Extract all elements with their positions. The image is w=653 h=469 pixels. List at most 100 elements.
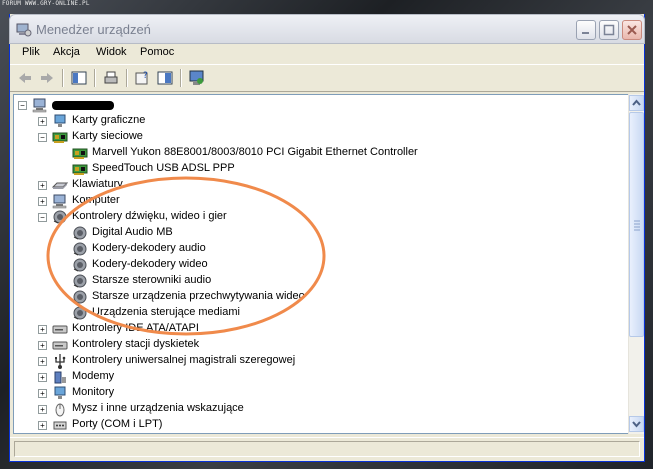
device-tree[interactable]: − + Karty graficzne − Karty sieciowe Marvell …: [13, 94, 629, 434]
tree-item-label: Porty (COM i LPT): [72, 418, 163, 430]
collapse-toggle[interactable]: −: [38, 133, 47, 142]
close-button[interactable]: [622, 20, 642, 40]
speaker-icon: [73, 306, 87, 320]
properties-help-icon[interactable]: ?: [134, 69, 152, 87]
tree-item-label: Urządzenia sterujące mediami: [92, 306, 240, 318]
vertical-scrollbar[interactable]: [628, 94, 644, 434]
usb-icon: [55, 354, 66, 369]
network-card-icon: [72, 164, 88, 175]
device-manager-icon: [16, 23, 32, 37]
toolbar-separator: [62, 69, 64, 87]
expand-toggle[interactable]: +: [38, 373, 47, 382]
tree-item-label: Komputer: [72, 194, 120, 206]
tree-category[interactable]: + Kontrolery uniwersalnej magistrali szer…: [14, 353, 614, 369]
tree-item-label: Karty sieciowe: [72, 130, 143, 142]
monitor-icon: [54, 386, 66, 399]
drive-icon: [52, 325, 68, 334]
tree-device[interactable]: Marvell Yukon 88E8001/8003/8010 PCI Giga…: [14, 145, 614, 161]
menu-plik[interactable]: Plik: [22, 46, 40, 58]
redacted-computer-name: [52, 101, 114, 110]
tree-item-label: Mysz i inne urządzenia wskazujące: [72, 402, 244, 414]
watermark: FORUM WWW.GRY-ONLINE.PL: [2, 0, 90, 7]
tree-item-label: Karty graficzne: [72, 114, 146, 126]
tree-device[interactable]: Starsze urządzenia przechwytywania wideo: [14, 289, 614, 305]
tree-device[interactable]: Kodery-dekodery wideo: [14, 257, 614, 273]
speaker-icon: [53, 210, 67, 224]
tree-device[interactable]: Kodery-dekodery audio: [14, 241, 614, 257]
tree-item-label: Monitory: [72, 386, 115, 398]
expand-toggle[interactable]: +: [38, 117, 47, 126]
expand-toggle[interactable]: +: [38, 421, 47, 430]
tree-root[interactable]: −: [14, 97, 614, 113]
tree-device[interactable]: SpeedTouch USB ADSL PPP: [14, 161, 614, 177]
minimize-icon: [582, 32, 589, 34]
back-arrow-icon[interactable]: [16, 69, 34, 87]
scan-hardware-icon[interactable]: [188, 69, 206, 87]
menu-pomoc[interactable]: Pomoc: [140, 46, 174, 58]
tree-category[interactable]: + Monitory: [14, 385, 614, 401]
collapse-toggle[interactable]: −: [38, 213, 47, 222]
chevron-up-icon: [632, 99, 641, 106]
scroll-up-button[interactable]: [629, 95, 644, 111]
maximize-button[interactable]: [599, 20, 619, 40]
tree-item-label: Starsze urządzenia przechwytywania wideo: [92, 290, 305, 302]
menu-widok[interactable]: Widok: [96, 46, 127, 58]
scroll-thumb[interactable]: [629, 112, 644, 337]
menu-akcja[interactable]: Akcja: [53, 46, 80, 58]
tree-item-label: Kontrolery IDE ATA/ATAPI: [72, 322, 199, 334]
tree-device[interactable]: Digital Audio MB: [14, 225, 614, 241]
tree-category[interactable]: + Kontrolery stacji dyskietek: [14, 337, 614, 353]
tree-item-label: Kodery-dekodery audio: [92, 242, 206, 254]
speaker-icon: [73, 274, 87, 288]
speaker-icon: [73, 258, 87, 272]
maximize-icon: [603, 24, 615, 36]
minimize-button[interactable]: [576, 20, 596, 40]
status-bar: [10, 437, 644, 460]
tree-item-label: Kontrolery stacji dyskietek: [72, 338, 200, 350]
expand-toggle[interactable]: +: [38, 389, 47, 398]
toolbar-separator: [180, 69, 182, 87]
speaker-icon: [73, 290, 87, 304]
expand-toggle[interactable]: +: [38, 197, 47, 206]
collapse-toggle[interactable]: −: [18, 101, 27, 110]
status-panel: [14, 441, 640, 457]
tree-category[interactable]: + Modemy: [14, 369, 614, 385]
expand-toggle[interactable]: +: [38, 357, 47, 366]
expand-toggle[interactable]: +: [38, 405, 47, 414]
tree-category[interactable]: − Karty sieciowe: [14, 129, 614, 145]
toolbar-separator: [94, 69, 96, 87]
print-icon[interactable]: [102, 69, 120, 87]
tree-item-label: Kontrolery uniwersalnej magistrali szere…: [72, 354, 296, 366]
tree-category[interactable]: + Karty graficzne: [14, 113, 614, 129]
tree-category[interactable]: + Klawiatury: [14, 177, 614, 193]
speaker-icon: [73, 226, 87, 240]
tree-item-label: Klawiatury: [72, 178, 123, 190]
toolbar-separator: [126, 69, 128, 87]
tree-item-label: Marvell Yukon 88E8001/8003/8010 PCI Giga…: [92, 146, 418, 158]
tree-category[interactable]: + Komputer: [14, 193, 614, 209]
scroll-down-button[interactable]: [629, 416, 644, 432]
tree-device[interactable]: Urządzenia sterujące mediami: [14, 305, 614, 321]
show-hide-tree-icon[interactable]: [70, 69, 88, 87]
tree-item-label: Kodery-dekodery wideo: [92, 258, 208, 270]
toolbar: ?: [10, 64, 644, 92]
modem-icon: [54, 371, 66, 384]
tree-category[interactable]: − Kontrolery dźwięku, wideo i gier: [14, 209, 614, 225]
keyboard-icon: [52, 182, 68, 189]
tree-item-label: Kontrolery dźwięku, wideo i gier: [72, 210, 227, 222]
title-bar[interactable]: Menedżer urządzeń: [9, 14, 645, 44]
tree-device[interactable]: Starsze sterowniki audio: [14, 273, 614, 289]
window-title: Menedżer urządzeń: [36, 22, 151, 37]
tree-category[interactable]: + Porty (COM i LPT): [14, 417, 614, 433]
expand-toggle[interactable]: +: [38, 181, 47, 190]
monitor-icon: [54, 114, 66, 127]
properties-icon[interactable]: [156, 69, 174, 87]
drive-icon: [52, 341, 68, 350]
network-card-icon: [72, 148, 88, 159]
tree-category[interactable]: + Mysz i inne urządzenia wskazujące: [14, 401, 614, 417]
chevron-down-icon: [632, 421, 641, 428]
expand-toggle[interactable]: +: [38, 325, 47, 334]
forward-arrow-icon[interactable]: [38, 69, 56, 87]
expand-toggle[interactable]: +: [38, 341, 47, 350]
tree-category[interactable]: + Kontrolery IDE ATA/ATAPI: [14, 321, 614, 337]
